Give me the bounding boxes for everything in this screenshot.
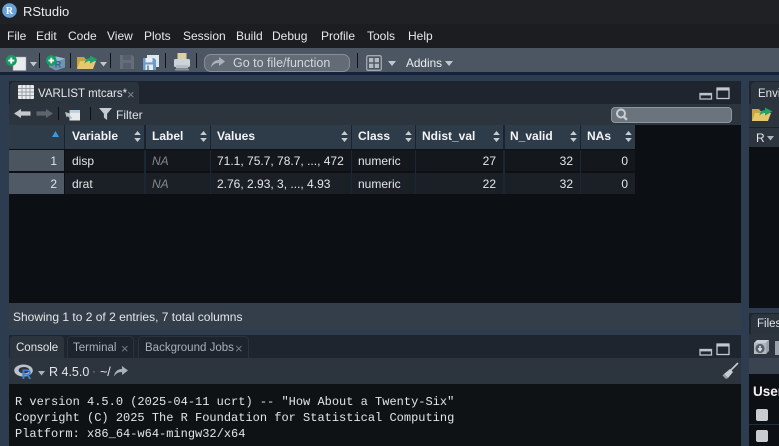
svg-text:R: R — [22, 366, 32, 380]
svg-text:R: R — [6, 6, 14, 17]
